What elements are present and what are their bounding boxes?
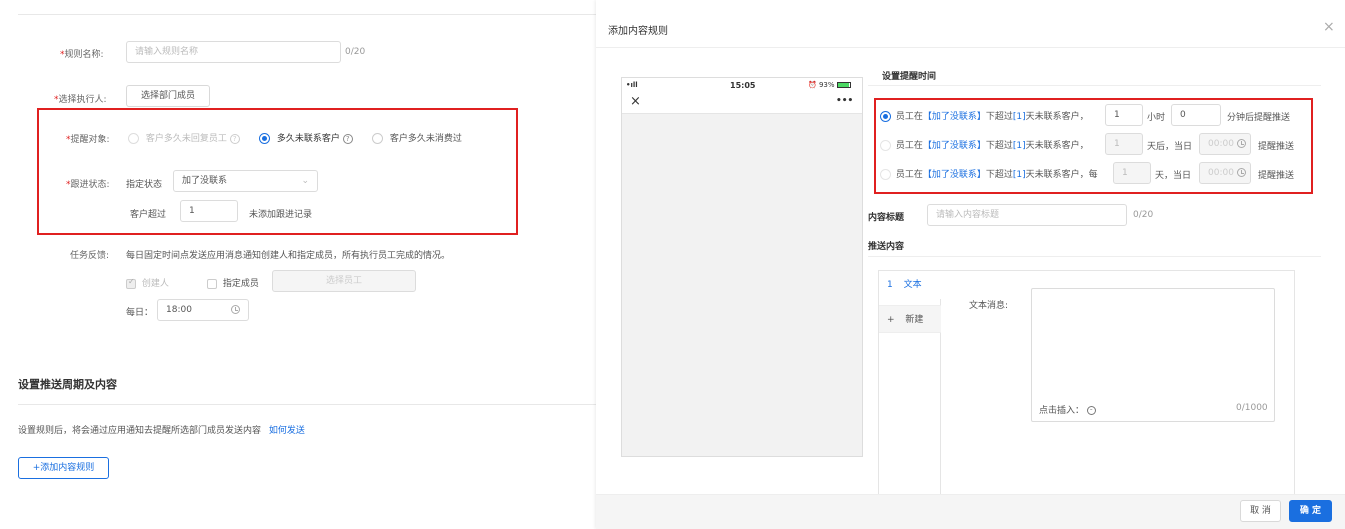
- reminder-option-1[interactable]: 员工在【加了没联系】下超过[1]天未联系客户，: [880, 109, 1089, 122]
- rule-name-counter: 0/20: [345, 47, 366, 57]
- content-tab-sidebar: 1 文本 + 新建: [879, 271, 941, 499]
- daily-label: 每日：: [126, 308, 154, 318]
- select-employee-button[interactable]: 选择员工: [272, 270, 416, 292]
- push-section-title: 设置推送周期及内容: [18, 378, 117, 391]
- close-icon[interactable]: ×: [1323, 19, 1335, 35]
- reminder-option-2[interactable]: 员工在【加了没联系】下超过[1]天未联系客户，: [880, 138, 1089, 151]
- remind-option-no-contact[interactable]: 多久未联系客户 ?: [259, 131, 353, 144]
- clock-icon: [231, 305, 240, 314]
- text-message-label: 文本消息:: [969, 301, 1009, 311]
- follow-status-select[interactable]: 加了没联系 ⌄: [173, 170, 318, 192]
- exceed-days-input[interactable]: 1: [180, 200, 238, 222]
- reminder-2-push-unit: 提醒推送: [1258, 142, 1295, 152]
- reminder-1-minutes-unit: 分钟后提醒推送: [1227, 113, 1291, 123]
- add-content-rule-modal: 添加内容规则 × •ıll 15:05 ⏰ 93% × ••• 设置提醒时间 员…: [596, 0, 1345, 529]
- reminder-3-time-picker[interactable]: 00:00: [1199, 162, 1251, 184]
- text-message-textarea[interactable]: [1031, 288, 1275, 422]
- top-divider: [18, 14, 596, 15]
- cancel-button[interactable]: 取 消: [1240, 500, 1281, 522]
- checkbox-icon: [207, 278, 217, 289]
- daily-time-picker[interactable]: 18:00: [157, 299, 249, 321]
- modal-footer: [596, 494, 1345, 529]
- radio-icon: [880, 169, 891, 180]
- modal-title: 添加内容规则: [608, 26, 668, 37]
- member-checkbox[interactable]: 指定成员: [207, 276, 259, 289]
- no-followup-label: 未添加跟进记录: [249, 210, 313, 220]
- signal-icon: •ıll: [626, 81, 638, 89]
- content-title-label: 内容标题: [868, 213, 905, 223]
- creator-checkbox[interactable]: 创建人: [126, 276, 169, 289]
- alarm-icon: ⏰: [808, 81, 817, 89]
- text-counter: 0/1000: [1236, 403, 1268, 413]
- reminder-option-3[interactable]: 员工在【加了没联系】下超过[1]天未联系客户，每: [880, 167, 1098, 180]
- rule-name-input[interactable]: 请输入规则名称: [126, 41, 341, 63]
- content-title-input[interactable]: 请输入内容标题: [927, 204, 1127, 226]
- more-icon: •••: [836, 96, 854, 106]
- phone-preview: •ıll 15:05 ⏰ 93% × •••: [621, 77, 863, 457]
- checkbox-checked-icon: [126, 277, 136, 289]
- executor-label: *选择执行人:: [54, 95, 107, 105]
- radio-icon: [880, 140, 891, 151]
- section-divider: [18, 404, 596, 405]
- remind-option-no-purchase[interactable]: 客户多久未消费过: [372, 131, 462, 144]
- specify-status-label: 指定状态: [126, 180, 163, 190]
- remind-option-no-reply[interactable]: 客户多久未回复员工 ?: [128, 131, 240, 144]
- reminder-1-hours-input[interactable]: 1: [1105, 104, 1143, 126]
- battery-icon: [836, 82, 851, 88]
- reminder-1-hours-unit: 小时: [1147, 113, 1166, 123]
- content-editor: 1 文本 + 新建 文本消息:: [878, 270, 1295, 500]
- help-icon: ?: [229, 133, 240, 144]
- chevron-down-icon: ⌄: [301, 176, 309, 186]
- rule-name-label: *规则名称:: [60, 50, 104, 60]
- push-section-desc: 设置规则后，将会通过应用通知去提醒所选部门成员发送内容 如何发送: [18, 426, 305, 436]
- follow-status-label: *跟进状态:: [66, 180, 110, 190]
- reminder-title: 设置提醒时间: [882, 72, 937, 82]
- content-title-counter: 0/20: [1133, 210, 1154, 220]
- customer-exceed-label: 客户超过: [130, 210, 167, 220]
- phone-time: 15:05: [730, 81, 756, 90]
- battery-indicator: ⏰ 93%: [808, 81, 851, 89]
- tab-new[interactable]: + 新建: [879, 305, 941, 333]
- phone-status-bar: •ıll 15:05 ⏰ 93% × •••: [622, 78, 862, 114]
- radio-selected-icon: [259, 133, 270, 144]
- push-content-label: 推送内容: [868, 242, 905, 252]
- emoji-icon[interactable]: ᵕ: [1086, 406, 1096, 415]
- help-icon: ?: [342, 133, 353, 144]
- reminder-2-time-picker[interactable]: 00:00: [1199, 133, 1251, 155]
- clock-icon: [1237, 168, 1246, 177]
- reminder-1-minutes-input[interactable]: 0: [1171, 104, 1221, 126]
- radio-icon: [128, 133, 139, 144]
- insert-controls-row: 点击插入： ᵕ: [1039, 403, 1096, 416]
- reminder-2-days-input[interactable]: 1: [1105, 133, 1143, 155]
- add-content-rule-button[interactable]: +添加内容规则: [18, 457, 109, 479]
- remind-target-label: *提醒对象:: [66, 135, 110, 145]
- reminder-2-days-unit: 天后，当日: [1147, 142, 1193, 152]
- tab-text[interactable]: 1 文本: [879, 271, 941, 299]
- task-feedback-label: 任务反馈:: [70, 251, 110, 261]
- select-dept-member-button[interactable]: 选择部门成员: [126, 85, 210, 107]
- reminder-3-push-unit: 提醒推送: [1258, 171, 1295, 181]
- radio-icon: [372, 133, 383, 144]
- push-content-divider: [868, 256, 1321, 257]
- phone-close-icon: ×: [630, 94, 641, 109]
- reminder-3-days-input[interactable]: 1: [1113, 162, 1151, 184]
- clock-icon: [1237, 139, 1246, 148]
- task-feedback-text: 每日固定时间点发送应用消息通知创建人和指定成员，所有执行员工完成的情况。: [126, 251, 451, 261]
- radio-selected-icon: [880, 111, 891, 122]
- reminder-divider: [868, 85, 1321, 86]
- how-to-send-link[interactable]: 如何发送: [269, 426, 305, 436]
- confirm-button[interactable]: 确 定: [1289, 500, 1332, 522]
- modal-header-divider: [596, 47, 1345, 48]
- reminder-3-days-unit: 天，当日: [1155, 171, 1192, 181]
